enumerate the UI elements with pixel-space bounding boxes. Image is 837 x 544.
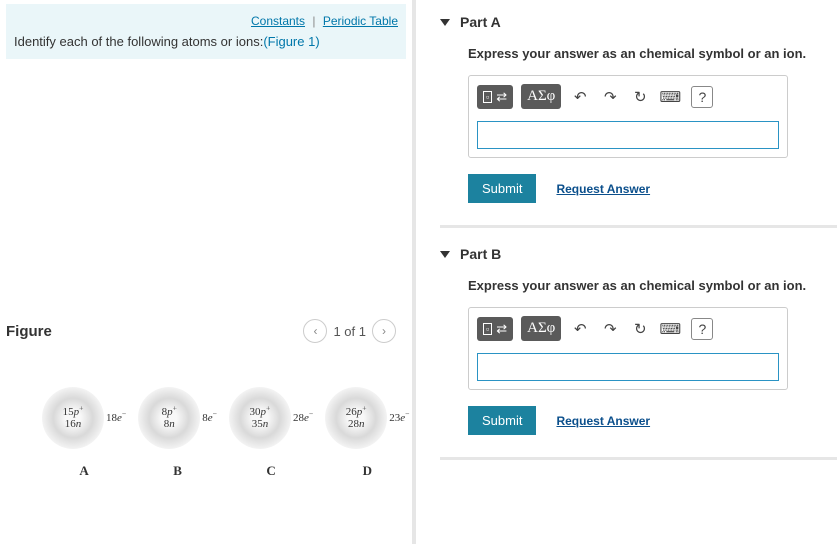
atom-d: 26p+28n 23e− D xyxy=(325,387,409,479)
template-picker-button[interactable]: ▫⇄ xyxy=(477,85,513,109)
submit-button-b[interactable]: Submit xyxy=(468,406,536,435)
atom-c: 30p+35n 28e− C xyxy=(229,387,313,479)
atom-b: 8p+8n 8e− B xyxy=(138,387,217,479)
atom-a: 15p+16n 18e− A xyxy=(42,387,126,479)
atom-c-label: C xyxy=(266,463,275,479)
part-a-title: Part A xyxy=(460,14,501,30)
answer-input-b[interactable] xyxy=(477,353,779,381)
reset-icon[interactable]: ↻ xyxy=(629,88,651,106)
part-b-prompt: Express your answer as an chemical symbo… xyxy=(468,278,837,293)
answer-input-a[interactable] xyxy=(477,121,779,149)
part-b-title: Part B xyxy=(460,246,501,262)
figure-reference-link[interactable]: (Figure 1) xyxy=(263,34,319,49)
greek-letters-button[interactable]: ΑΣφ xyxy=(521,84,561,109)
undo-icon[interactable]: ↶ xyxy=(569,88,591,106)
template-picker-button[interactable]: ▫⇄ xyxy=(477,317,513,341)
submit-button-a[interactable]: Submit xyxy=(468,174,536,203)
figure-title: Figure xyxy=(6,323,52,340)
greek-letters-button[interactable]: ΑΣφ xyxy=(521,316,561,341)
keyboard-icon[interactable]: ⌨ xyxy=(659,88,681,106)
redo-icon[interactable]: ↷ xyxy=(599,320,621,338)
figure-next-button[interactable]: › xyxy=(372,319,396,343)
reset-icon[interactable]: ↻ xyxy=(629,320,651,338)
answer-box-b: ▫⇄ ΑΣφ ↶ ↷ ↻ ⌨ ? xyxy=(468,307,788,390)
redo-icon[interactable]: ↷ xyxy=(599,88,621,106)
request-answer-link-a[interactable]: Request Answer xyxy=(556,182,650,196)
answer-box-a: ▫⇄ ΑΣφ ↶ ↷ ↻ ⌨ ? xyxy=(468,75,788,158)
problem-header: Constants | Periodic Table Identify each… xyxy=(6,4,406,59)
request-answer-link-b[interactable]: Request Answer xyxy=(556,414,650,428)
atom-b-label: B xyxy=(173,463,182,479)
help-icon[interactable]: ? xyxy=(691,86,713,108)
collapse-icon[interactable] xyxy=(440,19,450,26)
help-icon[interactable]: ? xyxy=(691,318,713,340)
atom-d-label: D xyxy=(363,463,372,479)
link-separator: | xyxy=(312,14,315,28)
part-a: Part A Express your answer as an chemica… xyxy=(440,0,837,228)
figure-atoms: 15p+16n 18e− A 8p+8n 8e− B 30p+35n 28e− xyxy=(6,387,406,479)
figure-prev-button[interactable]: ‹ xyxy=(303,319,327,343)
collapse-icon[interactable] xyxy=(440,251,450,258)
part-a-prompt: Express your answer as an chemical symbo… xyxy=(468,46,837,61)
problem-prompt: Identify each of the following atoms or … xyxy=(14,34,398,49)
periodic-table-link[interactable]: Periodic Table xyxy=(323,14,398,28)
undo-icon[interactable]: ↶ xyxy=(569,320,591,338)
atom-a-label: A xyxy=(79,463,88,479)
constants-link[interactable]: Constants xyxy=(251,14,305,28)
figure-pager-text: 1 of 1 xyxy=(333,324,366,339)
keyboard-icon[interactable]: ⌨ xyxy=(659,320,681,338)
part-b: Part B Express your answer as an chemica… xyxy=(440,232,837,460)
